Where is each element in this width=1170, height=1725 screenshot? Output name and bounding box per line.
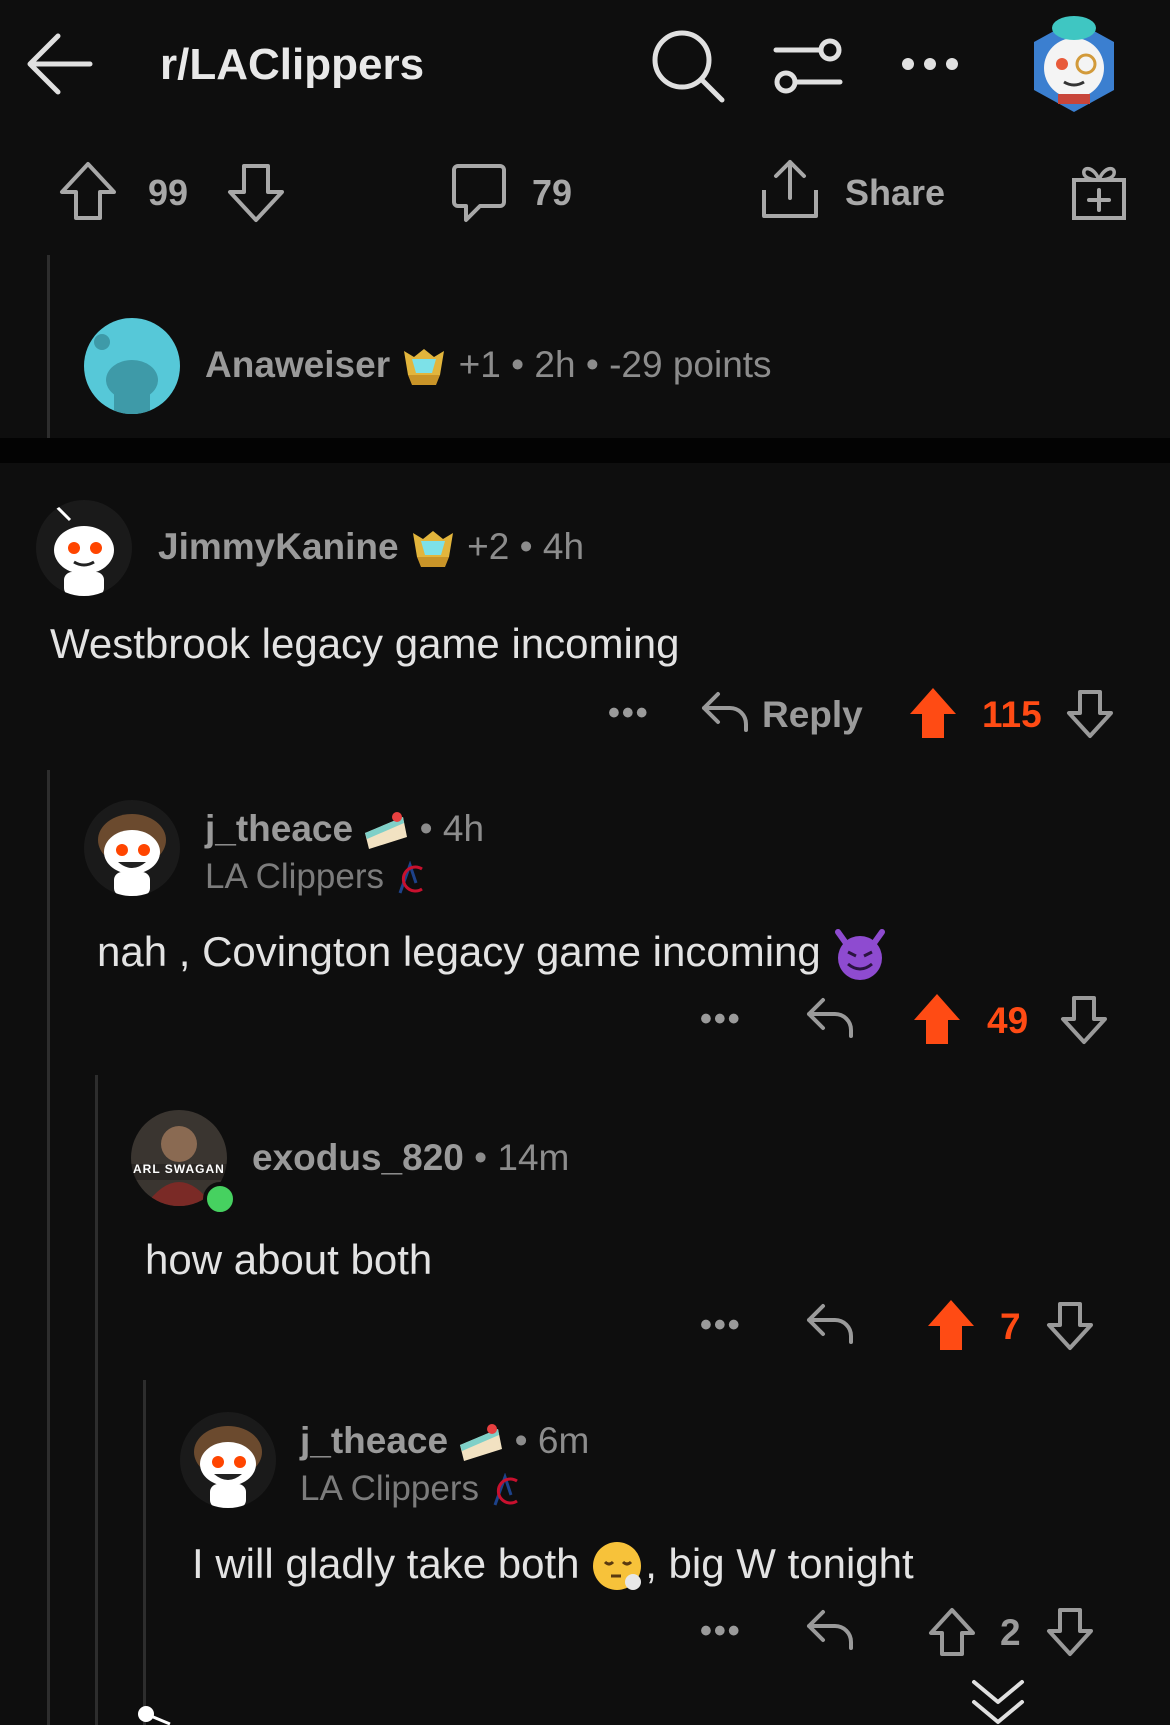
thread-line[interactable] xyxy=(143,1380,146,1725)
comment-age: 14m xyxy=(497,1137,570,1178)
downvote-icon[interactable] xyxy=(1046,1606,1094,1658)
back-arrow-icon[interactable] xyxy=(22,28,94,100)
comment-icon[interactable] xyxy=(450,162,508,226)
user-avatar[interactable] xyxy=(1028,6,1120,116)
avatar[interactable] xyxy=(132,1702,182,1725)
reply-icon[interactable] xyxy=(700,690,750,734)
relieved-exhale-emoji xyxy=(591,1540,645,1594)
reply-icon[interactable] xyxy=(805,1608,855,1652)
comment-body-text: I will gladly take both xyxy=(192,1540,580,1588)
reply-icon[interactable] xyxy=(805,996,855,1040)
upvote-filled-icon[interactable] xyxy=(912,992,962,1046)
post-upvote-count: 99 xyxy=(148,172,189,213)
more-icon[interactable] xyxy=(900,56,960,72)
award-badge-icon xyxy=(400,345,448,389)
vote-count: 49 xyxy=(987,1000,1029,1041)
thread-divider xyxy=(0,438,1170,463)
comment-body: how about both xyxy=(145,1236,433,1283)
award-count: +1 xyxy=(458,344,501,385)
username[interactable]: j_theace xyxy=(300,1420,448,1461)
separator: • xyxy=(419,808,433,849)
clippers-logo-icon xyxy=(394,860,426,897)
username[interactable]: exodus_820 xyxy=(252,1137,464,1178)
avatar-caption: ARL SWAGAN xyxy=(133,1162,225,1176)
separator: • xyxy=(519,526,533,567)
top-bar: r/LAClippers xyxy=(0,0,1170,130)
downvote-icon[interactable] xyxy=(1046,1300,1094,1352)
comment-meta: exodus_820 • 14m xyxy=(252,1137,569,1179)
award-count: +2 xyxy=(467,526,510,567)
more-options-icon[interactable]: ••• xyxy=(700,1612,742,1651)
online-status-indicator xyxy=(203,1182,237,1216)
user-flair: LA Clippers xyxy=(205,857,426,897)
username[interactable]: j_theace xyxy=(205,808,353,849)
comment-points: -29 points xyxy=(609,344,772,385)
downvote-icon[interactable] xyxy=(226,162,286,224)
share-icon[interactable] xyxy=(760,158,820,222)
next-comment-chevron-icon[interactable] xyxy=(970,1678,1026,1725)
comment-age: 2h xyxy=(534,344,576,385)
comment-age: 6m xyxy=(537,1420,590,1461)
thread-line[interactable] xyxy=(47,255,50,438)
comment-body: I will gladly take both , big W tonight xyxy=(192,1540,914,1594)
post-action-bar: 99 79 Share xyxy=(0,140,1170,245)
more-options-icon[interactable]: ••• xyxy=(608,694,650,733)
clippers-logo-icon xyxy=(489,1472,521,1509)
comment-body: nah , Covington legacy game incoming xyxy=(97,928,888,982)
cake-day-icon xyxy=(458,1421,504,1465)
avatar[interactable] xyxy=(36,500,132,596)
more-options-icon[interactable]: ••• xyxy=(700,1306,742,1345)
reply-icon[interactable] xyxy=(805,1302,855,1346)
comment-body-text: , big W tonight xyxy=(645,1540,914,1588)
vote-count: 2 xyxy=(1000,1612,1021,1653)
thread-line[interactable] xyxy=(47,770,50,1725)
username[interactable]: JimmyKanine xyxy=(158,526,399,567)
filter-sliders-icon[interactable] xyxy=(772,36,844,96)
comment-age: 4h xyxy=(442,808,485,849)
separator: • xyxy=(511,344,525,385)
user-flair: LA Clippers xyxy=(300,1469,521,1509)
downvote-icon[interactable] xyxy=(1066,688,1114,740)
search-icon[interactable] xyxy=(650,28,726,104)
comment-age: 4h xyxy=(542,526,585,567)
smiling-devil-emoji xyxy=(832,928,888,982)
upvote-filled-icon[interactable] xyxy=(908,686,958,740)
award-gift-icon[interactable] xyxy=(1070,160,1128,222)
avatar[interactable] xyxy=(84,800,180,896)
separator: • xyxy=(514,1420,528,1461)
separator: • xyxy=(585,344,599,385)
vote-count: 115 xyxy=(982,694,1042,735)
comment-meta: j_theace • 6m xyxy=(300,1420,589,1465)
vote-count: 7 xyxy=(1000,1306,1021,1347)
upvote-filled-icon[interactable] xyxy=(926,1298,976,1352)
comment-meta: JimmyKanine +2 • 4h xyxy=(158,526,584,571)
flair-text: LA Clippers xyxy=(300,1469,479,1508)
post-comment-count: 79 xyxy=(532,172,573,213)
upvote-icon[interactable] xyxy=(928,1606,976,1658)
separator: • xyxy=(474,1137,488,1178)
more-options-icon[interactable]: ••• xyxy=(700,1000,742,1039)
upvote-icon[interactable] xyxy=(58,160,118,222)
downvote-icon[interactable] xyxy=(1060,994,1108,1046)
flair-text: LA Clippers xyxy=(205,857,384,896)
subreddit-title[interactable]: r/LAClippers xyxy=(160,40,424,90)
cake-day-icon xyxy=(363,809,409,853)
thread-line[interactable] xyxy=(95,1075,98,1725)
comment-meta: j_theace • 4h xyxy=(205,808,484,853)
reply-button[interactable]: Reply xyxy=(762,694,863,736)
avatar[interactable] xyxy=(84,318,180,414)
avatar[interactable] xyxy=(180,1412,276,1508)
award-badge-icon xyxy=(409,527,457,571)
share-button[interactable]: Share xyxy=(845,172,945,214)
comment-body-text: nah , Covington legacy game incoming xyxy=(97,928,821,976)
comment-body: Westbrook legacy game incoming xyxy=(50,620,680,667)
comment-meta: Anaweiser +1 • 2h • -29 points xyxy=(205,344,772,389)
username[interactable]: Anaweiser xyxy=(205,344,390,385)
